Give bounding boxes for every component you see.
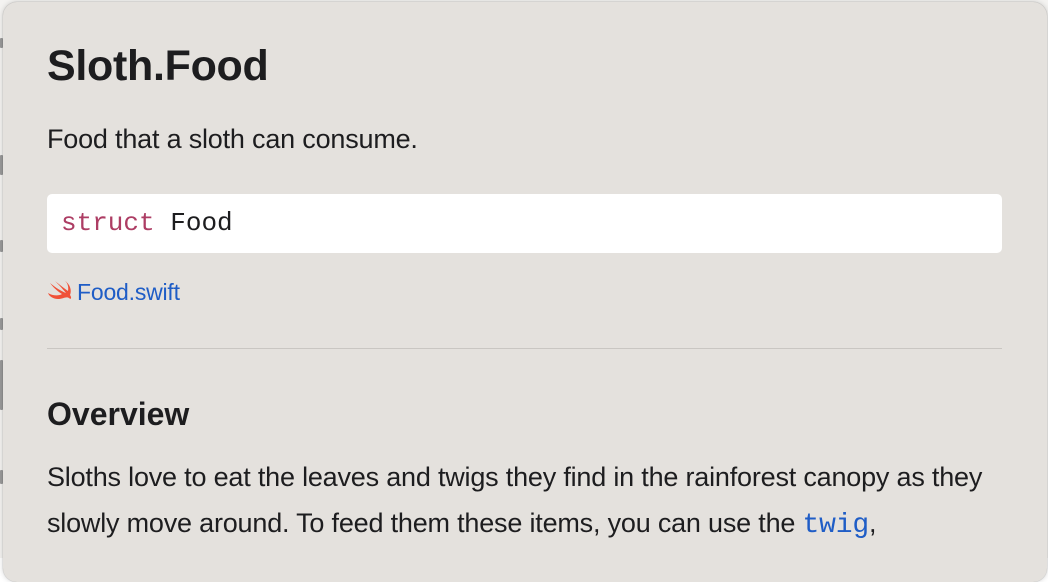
documentation-popover: Sloth.Food Food that a sloth can consume… bbox=[3, 2, 1047, 582]
declaration-keyword: struct bbox=[61, 208, 155, 238]
symbol-abstract: Food that a sloth can consume. bbox=[47, 124, 418, 154]
overview-text-after: , bbox=[868, 508, 877, 538]
symbol-title: Sloth.Food bbox=[47, 42, 269, 90]
declaration-type-name: Food bbox=[170, 208, 233, 238]
overview-paragraph: Sloths love to eat the leaves and twigs … bbox=[47, 454, 1007, 549]
source-file-link[interactable]: Food.swift bbox=[47, 279, 180, 306]
overview-heading: Overview bbox=[47, 396, 190, 432]
swift-icon bbox=[47, 279, 73, 306]
declaration-block: struct Food bbox=[47, 194, 1002, 253]
twig-link[interactable]: twig bbox=[803, 510, 870, 541]
section-divider bbox=[47, 348, 1002, 349]
source-file-label: Food.swift bbox=[77, 279, 180, 305]
